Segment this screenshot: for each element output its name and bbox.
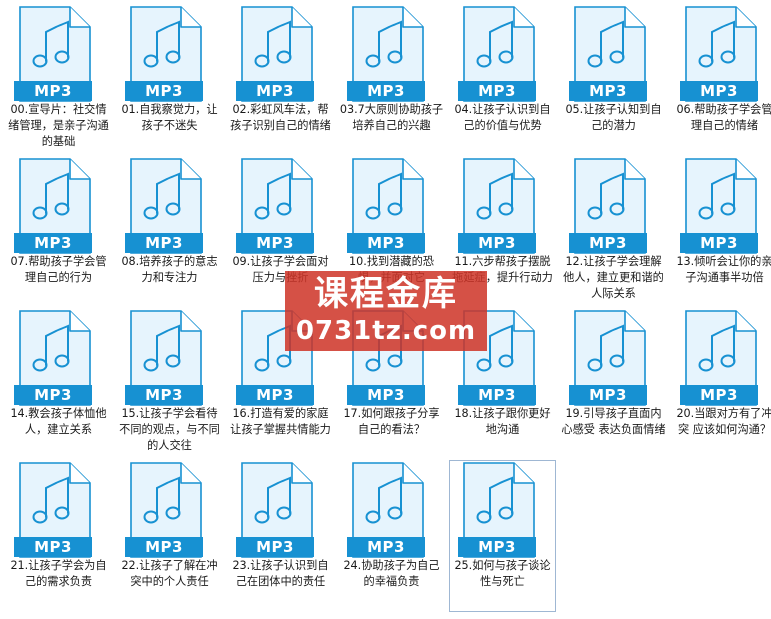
file-tile[interactable]: MP3 23.让孩子认识到自己在团体中的责任 <box>227 460 334 612</box>
file-type-badge: MP3 <box>458 81 536 101</box>
file-name: 23.让孩子认识到自己在团体中的责任 <box>232 559 329 588</box>
file-tile[interactable]: MP3 14.教会孩子体恤他人，建立关系 <box>5 308 112 460</box>
file-tile[interactable]: MP3 24.协助孩子为自己的幸福负责 <box>338 460 445 612</box>
file-tile[interactable]: MP3 04.让孩子认识到自己的价值与优势 <box>449 4 556 156</box>
file-tile[interactable]: MP3 06.帮助孩子学会管理自己的情绪 <box>671 4 771 156</box>
file-type-badge: MP3 <box>680 385 758 405</box>
file-tile[interactable]: MP3 03.7大原则协助孩子培养自己的兴趣 <box>338 4 445 156</box>
file-tile[interactable]: MP3 00.宣导片：社交情绪管理，是亲子沟通的基础 <box>5 4 112 156</box>
file-name: 25.如何与孩子谈论性与死亡 <box>454 559 551 588</box>
file-type-badge: MP3 <box>347 81 425 101</box>
file-type-badge: MP3 <box>569 233 647 253</box>
file-type-badge: MP3 <box>14 385 92 405</box>
file-tile[interactable]: MP3 21.让孩子学会为自己的需求负责 <box>5 460 112 612</box>
file-name: 24.协助孩子为自己的幸福负责 <box>343 559 440 588</box>
file-type-badge: MP3 <box>458 233 536 253</box>
file-name: 15.让孩子学会看待不同的观点，与不同的人交往 <box>119 407 220 452</box>
file-name: 09.让孩子学会面对压力与挫折 <box>232 255 329 284</box>
file-tile[interactable]: MP3 09.让孩子学会面对压力与挫折 <box>227 156 334 308</box>
file-name: 06.帮助孩子学会管理自己的情绪 <box>676 103 771 132</box>
file-name: 13.倾听会让你的亲子沟通事半功倍 <box>676 255 771 284</box>
file-tile[interactable]: MP3 19.引导孩子直面内心感受 表达负面情绪 <box>560 308 667 460</box>
file-tile[interactable]: MP3 22.让孩子了解在冲突中的个人责任 <box>116 460 223 612</box>
file-type-badge: MP3 <box>458 385 536 405</box>
file-name: 12.让孩子学会理解他人，建立更和谐的人际关系 <box>563 255 664 300</box>
file-tile[interactable]: MP3 17.如何跟孩子分享自己的看法？ <box>338 308 445 460</box>
file-tile[interactable]: MP3 05.让孩子认知到自己的潜力 <box>560 4 667 156</box>
file-name: 10.找到潜藏的恐惧，并面对它 <box>349 255 434 284</box>
file-tile[interactable]: MP3 20.当跟对方有了冲突 应该如何沟通？ <box>671 308 771 460</box>
file-name: 03.7大原则协助孩子培养自己的兴趣 <box>339 103 444 132</box>
file-name: 00.宣导片：社交情绪管理，是亲子沟通的基础 <box>8 103 109 148</box>
file-tile[interactable]: MP3 11.六步帮孩子摆脱拖延症，提升行动力 <box>449 156 556 308</box>
file-tile[interactable]: MP3 08.培养孩子的意志力和专注力 <box>116 156 223 308</box>
file-tile[interactable]: MP3 16.打造有爱的家庭 让孩子掌握共情能力 <box>227 308 334 460</box>
file-type-badge: MP3 <box>14 81 92 101</box>
file-name: 18.让孩子跟你更好地沟通 <box>454 407 551 436</box>
file-type-badge: MP3 <box>458 537 536 557</box>
file-grid: MP3 00.宣导片：社交情绪管理，是亲子沟通的基础 MP3 01.自我察觉力，… <box>5 4 771 619</box>
file-type-badge: MP3 <box>125 537 203 557</box>
file-tile[interactable]: MP3 13.倾听会让你的亲子沟通事半功倍 <box>671 156 771 308</box>
file-tile[interactable]: MP3 02.彩虹风车法，帮孩子识别自己的情绪 <box>227 4 334 156</box>
file-tile[interactable]: MP3 10.找到潜藏的恐惧，并面对它 <box>338 156 445 308</box>
file-type-badge: MP3 <box>347 233 425 253</box>
file-name: 17.如何跟孩子分享自己的看法？ <box>343 407 440 436</box>
file-tile[interactable]: MP3 01.自我察觉力，让孩子不迷失 <box>116 4 223 156</box>
file-name: 16.打造有爱的家庭 让孩子掌握共情能力 <box>230 407 331 436</box>
file-name: 14.教会孩子体恤他人，建立关系 <box>10 407 107 436</box>
file-tile[interactable]: MP3 18.让孩子跟你更好地沟通 <box>449 308 556 460</box>
file-type-badge: MP3 <box>347 385 425 405</box>
file-name: 11.六步帮孩子摆脱拖延症，提升行动力 <box>452 255 553 284</box>
file-type-badge: MP3 <box>569 385 647 405</box>
file-name: 02.彩虹风车法，帮孩子识别自己的情绪 <box>230 103 331 132</box>
file-type-badge: MP3 <box>569 81 647 101</box>
file-name: 19.引导孩子直面内心感受 表达负面情绪 <box>561 407 666 436</box>
file-tile[interactable]: MP3 07.帮助孩子学会管理自己的行为 <box>5 156 112 308</box>
file-name: 04.让孩子认识到自己的价值与优势 <box>454 103 551 132</box>
file-type-badge: MP3 <box>347 537 425 557</box>
file-tile[interactable]: MP3 15.让孩子学会看待不同的观点，与不同的人交往 <box>116 308 223 460</box>
file-name: 01.自我察觉力，让孩子不迷失 <box>121 103 218 132</box>
file-name: 22.让孩子了解在冲突中的个人责任 <box>121 559 218 588</box>
file-name: 07.帮助孩子学会管理自己的行为 <box>10 255 107 284</box>
file-name: 08.培养孩子的意志力和专注力 <box>121 255 218 284</box>
file-type-badge: MP3 <box>125 233 203 253</box>
file-name: 05.让孩子认知到自己的潜力 <box>565 103 662 132</box>
file-name: 20.当跟对方有了冲突 应该如何沟通？ <box>676 407 771 436</box>
file-type-badge: MP3 <box>14 537 92 557</box>
file-type-badge: MP3 <box>14 233 92 253</box>
file-name: 21.让孩子学会为自己的需求负责 <box>10 559 107 588</box>
file-type-badge: MP3 <box>125 385 203 405</box>
file-type-badge: MP3 <box>236 81 314 101</box>
file-type-badge: MP3 <box>236 537 314 557</box>
file-type-badge: MP3 <box>125 81 203 101</box>
file-type-badge: MP3 <box>680 81 758 101</box>
file-type-badge: MP3 <box>680 233 758 253</box>
file-type-badge: MP3 <box>236 233 314 253</box>
file-tile[interactable]: MP3 12.让孩子学会理解他人，建立更和谐的人际关系 <box>560 156 667 308</box>
file-tile[interactable]: MP3 25.如何与孩子谈论性与死亡 <box>449 460 556 612</box>
file-type-badge: MP3 <box>236 385 314 405</box>
